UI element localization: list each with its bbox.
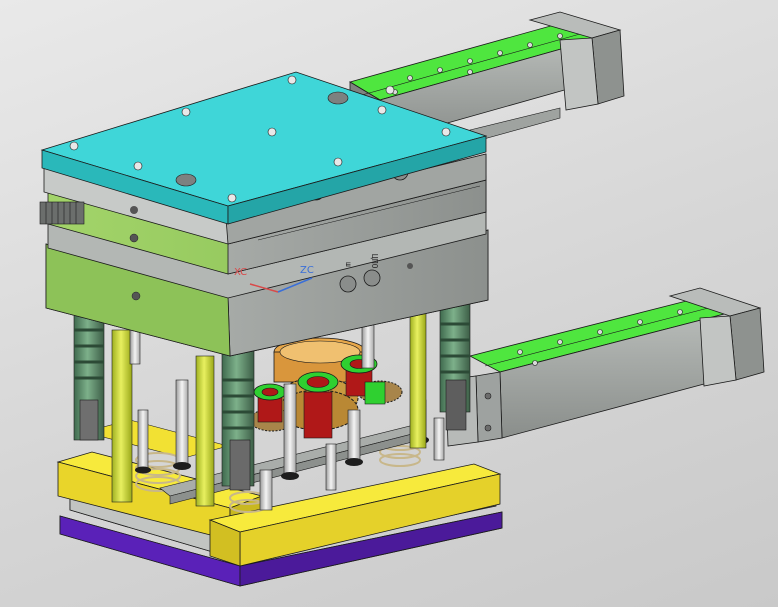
mold-assembly-drawing[interactable]	[0, 0, 778, 607]
hydraulic-cylinder-lower[interactable]	[445, 287, 765, 447]
axis-xc-label: XC	[234, 267, 248, 278]
cad-viewport[interactable]: XC ZC ш ЦПО	[0, 0, 778, 607]
engraving-mark-1: ш	[344, 262, 353, 267]
axis-zc-label: ZC	[300, 265, 314, 276]
engraving-mark-2: ЦПО	[370, 254, 379, 269]
gear-assembly[interactable]	[249, 337, 403, 439]
